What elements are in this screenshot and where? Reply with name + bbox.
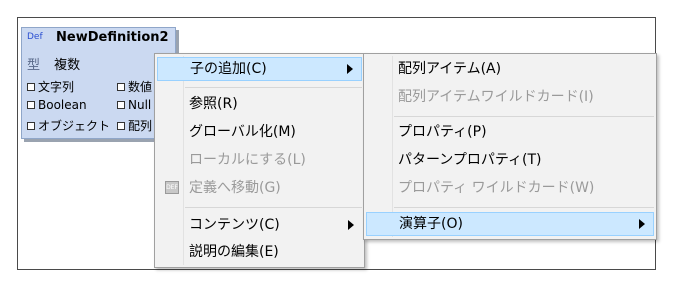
checkbox-box-icon[interactable]: [27, 101, 35, 109]
menu-item-label: 演算子(O): [399, 216, 463, 232]
menu-item-label: 説明の編集(E): [189, 244, 279, 260]
checkbox-null[interactable]: Null: [117, 98, 151, 112]
checkbox-label: オブジェクト: [38, 119, 111, 133]
menu-item-label: 配列アイテムワイルドカード(I): [398, 89, 594, 105]
definition-header[interactable]: Def NewDefinition2: [22, 28, 175, 50]
checkbox-label: 数値: [128, 80, 153, 94]
menu-item-label: プロパティ ワイルドカード(W): [398, 180, 595, 196]
checkbox-label: Boolean: [38, 98, 87, 112]
menu-item-property-wildcard[interactable]: プロパティ ワイルドカード(W): [366, 176, 654, 200]
menu-separator: [185, 87, 362, 88]
menu-item-label: 子の追加(C): [190, 61, 267, 77]
checkbox-box-icon[interactable]: [117, 101, 125, 109]
checkbox-box-icon[interactable]: [117, 121, 125, 130]
menu-item-edit-description[interactable]: 説明の編集(E): [157, 240, 362, 264]
menu-item-pattern-property[interactable]: パターンプロパティ(T): [366, 148, 654, 172]
menu-item-label: 定義へ移動(G): [189, 180, 281, 196]
menu-separator: [394, 207, 654, 208]
definition-icon: DEF: [165, 181, 179, 194]
definition-type-row: 型 複数: [27, 54, 80, 73]
checkbox-box-icon[interactable]: [27, 82, 35, 91]
checkbox-boolean[interactable]: Boolean: [27, 98, 87, 112]
menu-item-contents[interactable]: コンテンツ(C): [157, 213, 362, 237]
checkbox-string[interactable]: 文字列: [27, 78, 74, 95]
type-label: 型: [27, 58, 41, 73]
menu-item-label: プロパティ(P): [398, 124, 487, 140]
menu-item-array-item[interactable]: 配列アイテム(A): [366, 57, 654, 81]
checkbox-label: Null: [128, 98, 152, 112]
checkbox-box-icon[interactable]: [117, 82, 125, 91]
add-child-submenu: 配列アイテム(A) 配列アイテムワイルドカード(I) プロパティ(P) パターン…: [363, 53, 657, 240]
menu-item-reference[interactable]: 参照(R): [157, 92, 362, 116]
menu-item-make-global[interactable]: グローバル化(M): [157, 120, 362, 144]
definition-badge: Def: [27, 32, 43, 42]
checkbox-number[interactable]: 数値: [117, 78, 152, 95]
definition-node[interactable]: Def NewDefinition2 型 複数 文字列 数値 Boolean N…: [21, 27, 176, 139]
submenu-arrow-icon: [347, 64, 353, 74]
menu-item-label: ローカルにする(L): [189, 152, 306, 168]
menu-item-label: グローバル化(M): [189, 124, 296, 140]
menu-item-label: 配列アイテム(A): [398, 61, 502, 77]
menu-item-label: パターンプロパティ(T): [398, 152, 542, 168]
menu-item-operator[interactable]: 演算子(O): [366, 212, 654, 236]
menu-item-go-to-definition[interactable]: DEF 定義へ移動(G): [157, 176, 362, 200]
definition-name[interactable]: NewDefinition2: [56, 30, 169, 45]
menu-item-label: コンテンツ(C): [189, 217, 280, 233]
menu-item-array-item-wildcard[interactable]: 配列アイテムワイルドカード(I): [366, 85, 654, 109]
menu-separator: [394, 116, 654, 117]
menu-item-property[interactable]: プロパティ(P): [366, 120, 654, 144]
submenu-arrow-icon: [348, 220, 354, 230]
menu-item-label: 参照(R): [189, 96, 238, 112]
type-value: 複数: [54, 58, 81, 73]
context-menu: 子の追加(C) 参照(R) グローバル化(M) ローカルにする(L) DEF 定…: [154, 53, 365, 268]
checkbox-box-icon[interactable]: [27, 121, 35, 130]
menu-gutter-divider: [392, 56, 393, 237]
menu-item-add-child[interactable]: 子の追加(C): [157, 57, 362, 81]
checkbox-object[interactable]: オブジェクト: [27, 117, 110, 134]
menu-separator: [185, 207, 362, 208]
checkbox-label: 配列: [128, 119, 153, 133]
checkbox-array[interactable]: 配列: [117, 117, 152, 134]
submenu-arrow-icon: [639, 219, 645, 229]
menu-item-make-local[interactable]: ローカルにする(L): [157, 148, 362, 172]
checkbox-label: 文字列: [38, 80, 75, 94]
